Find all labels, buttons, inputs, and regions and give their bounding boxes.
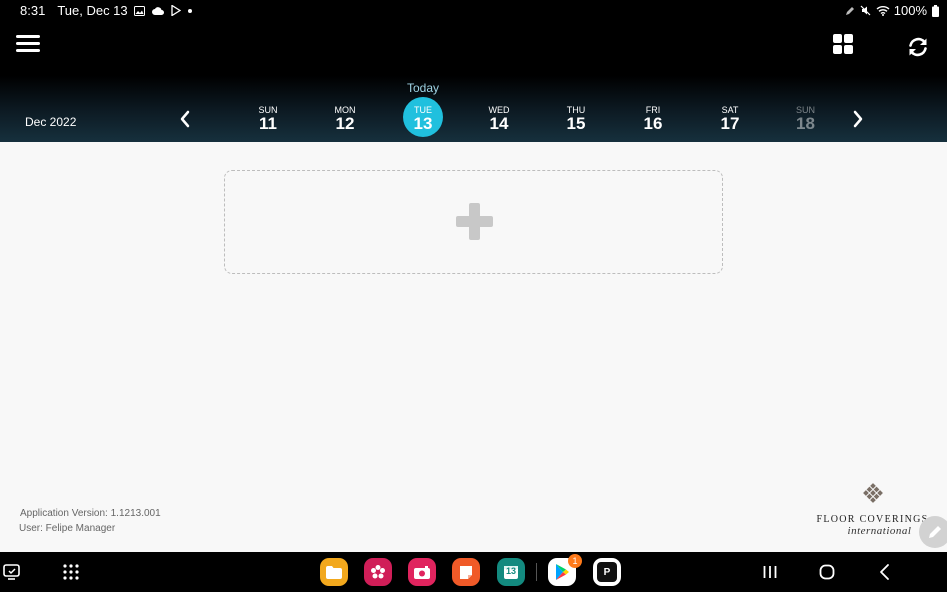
day-fri-16[interactable]: FRI 16 [623, 102, 683, 133]
company-logo: FLOOR COVERINGS international [815, 480, 930, 537]
my-files-app-icon[interactable] [320, 558, 348, 586]
app-version: Application Version: 1.1213.001 [20, 508, 161, 519]
day-number: 12 [335, 114, 355, 133]
day-mon-12[interactable]: MON 12 [315, 102, 375, 133]
day-number: 17 [720, 114, 740, 133]
camera-app-icon[interactable] [408, 558, 436, 586]
current-user: User: Felipe Manager [19, 523, 116, 534]
recent-apps-icon[interactable] [760, 562, 780, 582]
day-wed-14[interactable]: WED 14 [469, 102, 529, 133]
day-number: 13 [413, 114, 433, 133]
blossom-app-icon[interactable] [364, 558, 392, 586]
notes-app-icon[interactable] [452, 558, 480, 586]
chevron-right-icon[interactable] [850, 109, 866, 129]
day-number: 14 [489, 114, 509, 133]
grid-icon[interactable] [833, 34, 854, 55]
wifi-icon [876, 4, 890, 18]
day-number: 15 [566, 114, 586, 133]
status-time: 8:31 [20, 3, 46, 18]
app-drawer-icon[interactable] [61, 562, 81, 582]
play-store-notification-badge: 1 [568, 554, 582, 568]
day-thu-15[interactable]: THU 15 [546, 102, 606, 133]
home-icon[interactable] [817, 562, 837, 582]
battery-percent: 100% [893, 3, 927, 18]
battery-icon [931, 4, 939, 18]
logo-subtitle: international [847, 525, 912, 537]
screen-switch-icon[interactable] [2, 562, 22, 582]
mute-icon [860, 4, 872, 18]
taskbar-divider [536, 563, 537, 581]
add-entry-card[interactable] [224, 170, 723, 274]
more-notifications-icon [187, 8, 192, 13]
day-tue-13-selected[interactable]: TUE 13 [393, 97, 453, 137]
day-sun-11[interactable]: SUN 11 [238, 102, 298, 133]
logo-name: FLOOR COVERINGS [816, 514, 929, 525]
plus-icon [456, 203, 493, 240]
day-number: 16 [643, 114, 663, 133]
refresh-icon[interactable] [906, 35, 930, 59]
pen-status-icon [844, 4, 856, 18]
pinned-app-icon[interactable]: P [593, 558, 621, 586]
day-sun-18-partial[interactable]: SUN 18 [796, 102, 816, 133]
status-bar: 8:31 Tue, Dec 13 100% [0, 0, 947, 22]
status-date: Tue, Dec 13 [57, 3, 128, 18]
pinned-app-letter-tile: P [597, 562, 617, 582]
day-number: 18 [796, 114, 815, 133]
app-header: Dec 2022 Today SUN 11 MON 12 TUE 13 WED … [0, 22, 947, 142]
calendar-app-icon[interactable]: 13 [497, 558, 525, 586]
pinned-app-letter: P [603, 566, 611, 578]
back-icon[interactable] [875, 562, 895, 582]
android-taskbar: 13 P [0, 552, 947, 592]
calendar-app-date: 13 [505, 566, 516, 576]
app-info: Application Version: 1.1213.001 User: Fe… [19, 506, 161, 536]
pencil-icon[interactable] [919, 516, 947, 548]
chevron-left-icon[interactable] [177, 109, 193, 129]
play-store-notification-icon [170, 4, 182, 18]
today-label: Today [406, 81, 440, 95]
cloud-notification-icon [151, 4, 164, 18]
month-label: Dec 2022 [25, 115, 77, 129]
gallery-notification-icon [134, 4, 146, 18]
day-number: 11 [259, 114, 277, 133]
diamond-tile-logo-icon [862, 483, 883, 503]
day-sat-17[interactable]: SAT 17 [700, 102, 760, 133]
menu-icon[interactable] [16, 35, 40, 53]
